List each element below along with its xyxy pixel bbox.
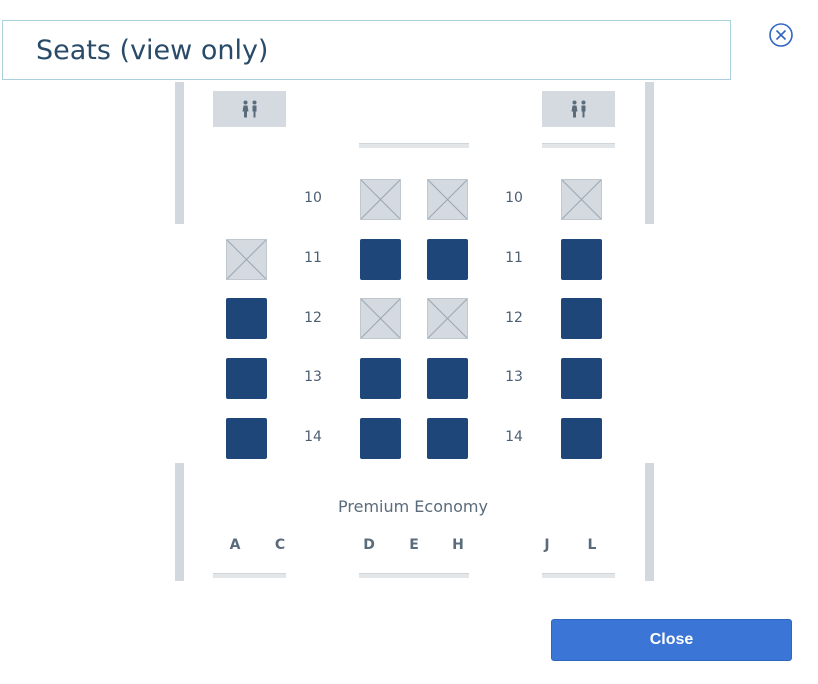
restroom-icon (213, 91, 286, 127)
row-number: 12 (505, 310, 523, 326)
seat-12H-unavailable (427, 298, 468, 339)
cabin-wall-right-bottom (645, 463, 654, 581)
seat-13A-available[interactable] (226, 358, 267, 399)
close-button[interactable]: Close (551, 619, 792, 661)
dialog-header: Seats (view only) (2, 20, 731, 80)
bulkhead-center-top (359, 143, 469, 148)
seat-14D-available[interactable] (360, 418, 401, 459)
row-number: 14 (505, 429, 523, 445)
seat-14L-available[interactable] (561, 418, 602, 459)
column-letter: J (544, 537, 550, 553)
close-icon[interactable] (768, 22, 794, 48)
row-number: 10 (505, 190, 523, 206)
seat-11L-available[interactable] (561, 239, 602, 280)
bulkhead-left-bottom (213, 573, 286, 578)
cabin-wall-left-top (175, 82, 184, 224)
seat-13H-available[interactable] (427, 358, 468, 399)
row-number: 14 (304, 429, 322, 445)
seat-12L-available[interactable] (561, 298, 602, 339)
bulkhead-right-bottom (542, 573, 615, 578)
cabin-wall-right-top (645, 82, 654, 224)
seat-13L-available[interactable] (561, 358, 602, 399)
column-letter: C (274, 537, 286, 553)
seat-14A-available[interactable] (226, 418, 267, 459)
column-letter: L (587, 537, 597, 553)
column-letter: A (229, 537, 241, 553)
seat-11D-available[interactable] (360, 239, 401, 280)
bulkhead-center-bottom (359, 573, 469, 578)
cabin-wall-left-bottom (175, 463, 184, 581)
row-number: 12 (304, 310, 322, 326)
seat-10L-unavailable (561, 179, 602, 220)
seat-12A-available[interactable] (226, 298, 267, 339)
column-letter: E (409, 537, 419, 553)
seat-12D-unavailable (360, 298, 401, 339)
seat-14H-available[interactable] (427, 418, 468, 459)
cabin-label: Premium Economy (338, 497, 488, 516)
seat-10D-unavailable (360, 179, 401, 220)
seat-10H-unavailable (427, 179, 468, 220)
row-number: 13 (304, 369, 322, 385)
seat-13D-available[interactable] (360, 358, 401, 399)
page-title: Seats (view only) (36, 35, 269, 66)
row-number: 13 (505, 369, 523, 385)
row-number: 11 (304, 250, 322, 266)
column-letter: H (452, 537, 464, 553)
seat-11A-unavailable (226, 239, 267, 280)
row-number: 11 (505, 250, 523, 266)
restroom-icon (542, 91, 615, 127)
seat-11H-available[interactable] (427, 239, 468, 280)
column-letter: D (363, 537, 375, 553)
row-number: 10 (304, 190, 322, 206)
bulkhead-right-top (542, 143, 615, 148)
